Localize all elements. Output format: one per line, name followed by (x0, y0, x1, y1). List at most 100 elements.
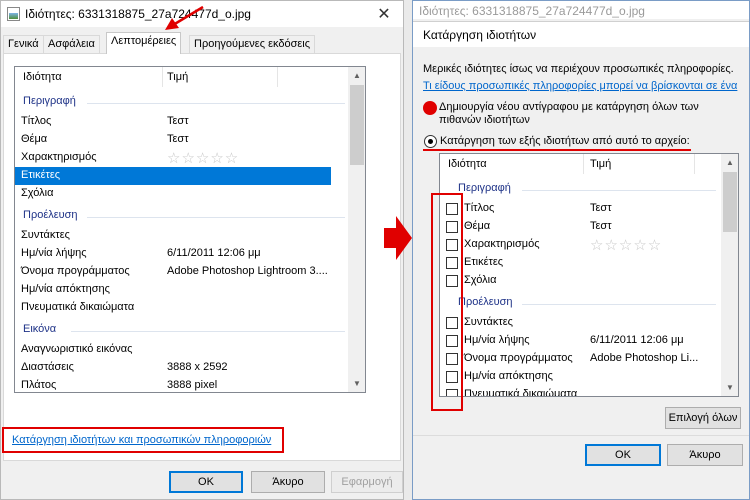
group-origin: Προέλευση (440, 294, 720, 314)
row-authors[interactable]: Συντάκτες (15, 227, 331, 245)
row-label: Θέμα (464, 220, 491, 232)
option-copy-line: Δημιουργία νέου αντίγραφου με κατάργηση … (439, 101, 699, 113)
row-rating[interactable]: Χαρακτηρισμός ☆☆☆☆☆ (15, 149, 331, 167)
row-label: Ετικέτες (464, 256, 504, 268)
row-date-taken[interactable]: Ημ/νία λήψης 6/11/2011 12:06 μμ (440, 332, 720, 350)
column-property[interactable]: Ιδιότητα (23, 71, 62, 83)
row-value: Τεστ (167, 133, 189, 145)
row-image-id[interactable]: Αναγνωριστικό εικόνας (15, 341, 331, 359)
group-label: Προέλευση (23, 209, 78, 221)
option-copy-label[interactable]: Δημιουργία νέου αντίγραφου με κατάργηση … (439, 101, 699, 127)
scroll-up-icon[interactable]: ▲ (722, 154, 738, 171)
row-date-acquired[interactable]: Ημ/νία απόκτησης (440, 368, 720, 386)
row-label: Αναγνωριστικό εικόνας (21, 343, 133, 355)
remove-properties-dialog: Ιδιότητες: 6331318875_27a724477d_o.jpg Κ… (412, 0, 750, 500)
properties-dialog: Ιδιότητες: 6331318875_27a724477d_o.jpg ✕… (0, 0, 404, 500)
row-rating[interactable]: Χαρακτηρισμός ☆☆☆☆☆ (440, 236, 720, 254)
row-dimensions[interactable]: Διαστάσεις 3888 x 2592 (15, 359, 331, 377)
row-comments[interactable]: Σχόλια (15, 185, 331, 203)
row-value: Τεστ (590, 220, 612, 232)
ok-button[interactable]: OK (169, 471, 243, 493)
group-label: Περιγραφή (458, 182, 511, 194)
rating-stars-icon[interactable]: ☆☆☆☆☆ (167, 149, 239, 167)
annotation-dot (423, 101, 437, 115)
group-label: Εικόνα (23, 323, 57, 335)
cancel-button[interactable]: Άκυρο (251, 471, 325, 493)
row-label: Θέμα (21, 133, 48, 145)
scroll-down-icon[interactable]: ▼ (722, 379, 738, 396)
vertical-scrollbar[interactable]: ▲ ▼ (721, 154, 738, 396)
remove-properties-title: Κατάργηση ιδιοτήτων (423, 28, 537, 42)
group-description: Περιγραφή (440, 180, 720, 200)
ok-button[interactable]: OK (585, 444, 661, 466)
vertical-scrollbar[interactable]: ▲ ▼ (348, 67, 365, 392)
close-icon[interactable]: ✕ (373, 4, 395, 24)
scroll-up-icon[interactable]: ▲ (349, 67, 365, 84)
row-date-taken[interactable]: Ημ/νία λήψης 6/11/2011 12:06 μμ (15, 245, 331, 263)
group-origin: Προέλευση (15, 207, 350, 227)
remove-properties-titlebar[interactable]: Κατάργηση ιδιοτήτων (413, 21, 749, 47)
tab-previous-versions[interactable]: Προηγούμενες εκδόσεις (189, 35, 316, 53)
row-width[interactable]: Πλάτος 3888 pixel (15, 377, 331, 392)
row-label: Ημ/νία λήψης (21, 247, 87, 259)
details-property-list[interactable]: Ιδιότητα Τιμή Περιγραφή Τίτλος Τεστ Θέμα… (14, 66, 366, 393)
row-date-acquired[interactable]: Ημ/νία απόκτησης (15, 281, 331, 299)
tab-security[interactable]: Ασφάλεια (43, 35, 100, 53)
row-label: Χαρακτηρισμός (464, 238, 540, 250)
annotation-arrow-icon (165, 5, 204, 30)
column-value[interactable]: Τιμή (590, 158, 611, 170)
image-file-icon (7, 7, 20, 21)
row-tags[interactable]: Ετικέτες (440, 254, 720, 272)
scroll-thumb[interactable] (350, 85, 364, 165)
personal-info-link[interactable]: Τι είδους προσωπικές πληροφορίες μπορεί … (423, 80, 737, 92)
column-value[interactable]: Τιμή (167, 71, 188, 83)
rating-stars-icon: ☆☆☆☆☆ (590, 237, 663, 254)
row-tags[interactable]: Ετικέτες (15, 167, 331, 185)
row-copyright[interactable]: Πνευματικά δικαιώματα (440, 386, 720, 397)
row-label: Πνευματικά δικαιώματα (21, 301, 135, 313)
row-value: 3888 x 2592 (167, 361, 228, 373)
row-label: Διαστάσεις (21, 361, 74, 373)
annotation-checkbox-box (431, 193, 463, 411)
row-program-name[interactable]: Όνομα προγράμματος Adobe Photoshop Light… (15, 263, 331, 281)
properties-title: Ιδιότητες: 6331318875_27a724477d_o.jpg (25, 7, 251, 21)
row-label: Σχόλια (21, 187, 54, 199)
row-subject[interactable]: Θέμα Τεστ (440, 218, 720, 236)
row-label: Συντάκτες (21, 229, 70, 241)
column-header: Ιδιότητα Τιμή (440, 154, 722, 174)
row-label: Ημ/νία λήψης (464, 334, 530, 346)
scroll-down-icon[interactable]: ▼ (349, 375, 365, 392)
row-label: Σχόλια (464, 274, 497, 286)
row-authors[interactable]: Συντάκτες (440, 314, 720, 332)
option-remove-radio[interactable] (424, 135, 437, 148)
row-value: 6/11/2011 12:06 μμ (590, 334, 684, 346)
group-label: Περιγραφή (23, 95, 76, 107)
row-label: Τίτλος (464, 202, 495, 214)
group-image: Εικόνα (15, 321, 350, 341)
cancel-button[interactable]: Άκυρο (667, 444, 743, 466)
tab-general[interactable]: Γενικά (3, 35, 44, 53)
column-property[interactable]: Ιδιότητα (448, 158, 487, 170)
row-comments[interactable]: Σχόλια (440, 272, 720, 290)
background-titlebar: Ιδιότητες: 6331318875_27a724477d_o.jpg (413, 1, 749, 19)
row-copyright[interactable]: Πνευματικά δικαιώματα (15, 299, 331, 317)
group-description: Περιγραφή (15, 93, 350, 113)
row-value: Adobe Photoshop Li... (590, 352, 699, 364)
select-all-button[interactable]: Επιλογή όλων (665, 407, 741, 429)
scroll-thumb[interactable] (723, 172, 737, 232)
row-label: Πλάτος (21, 379, 57, 391)
annotation-underline (423, 149, 691, 151)
row-program-name[interactable]: Όνομα προγράμματος Adobe Photoshop Li... (440, 350, 720, 368)
row-label: Τίτλος (21, 115, 52, 127)
row-title[interactable]: Τίτλος Τεστ (440, 200, 720, 218)
option-remove-label[interactable]: Κατάργηση των εξής ιδιοτήτων από αυτό το… (440, 135, 690, 147)
row-title[interactable]: Τίτλος Τεστ (15, 113, 331, 131)
row-subject[interactable]: Θέμα Τεστ (15, 131, 331, 149)
remove-property-list[interactable]: Ιδιότητα Τιμή Περιγραφή Τίτλος Τεστ Θέμα… (439, 153, 739, 397)
row-label: Ημ/νία απόκτησης (21, 283, 110, 295)
tab-details[interactable]: Λεπτομέρειες (106, 32, 182, 54)
column-header: Ιδιότητα Τιμή (15, 67, 349, 87)
apply-button[interactable]: Εφαρμογή (331, 471, 403, 493)
row-label: Πνευματικά δικαιώματα (464, 388, 578, 397)
option-copy-line: πιθανών ιδιοτήτων (439, 114, 530, 126)
